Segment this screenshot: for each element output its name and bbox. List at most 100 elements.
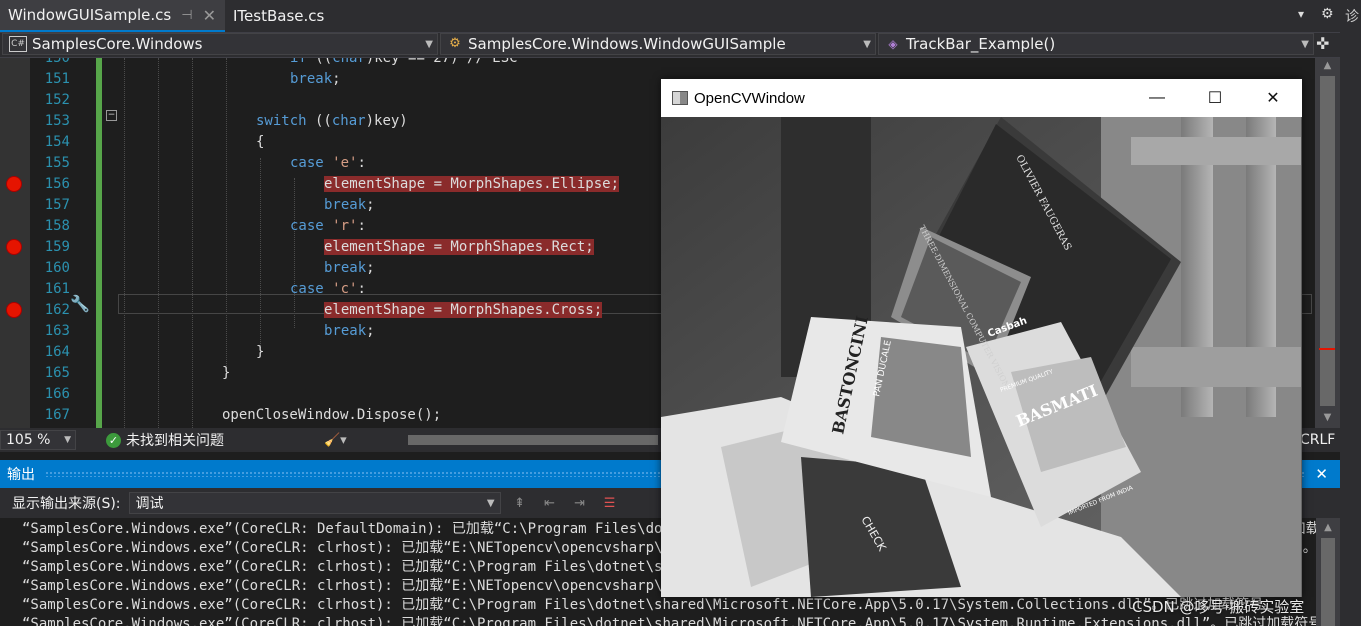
diagnostics-tab[interactable]: 诊	[1345, 6, 1359, 26]
line-number: 155	[44, 155, 70, 171]
line-ending[interactable]: CRLF	[1300, 432, 1335, 448]
split-window-icon[interactable]: ✜	[1316, 34, 1329, 53]
breakpoint-highlight-text: elementShape = MorphShapes.Cross;	[324, 302, 603, 318]
output-vertical-scrollbar[interactable]: ▲	[1316, 518, 1340, 626]
chevron-down-icon: ▼	[486, 497, 495, 509]
check-icon: ✓	[106, 432, 121, 448]
diagnostics-side-strip	[1340, 0, 1361, 626]
code-text: switch ((char)key)	[256, 113, 408, 129]
gear-icon[interactable]: ⚙	[1321, 6, 1334, 22]
find-message-icon[interactable]: ⇞	[509, 496, 531, 511]
indent-guide	[226, 58, 227, 368]
editor-vertical-scrollbar[interactable]: ▲ ▼	[1315, 58, 1340, 428]
line-number: 152	[44, 92, 70, 108]
line-number: 163	[44, 323, 70, 339]
code-text: case 'c':	[290, 281, 366, 297]
output-source-select[interactable]: 调试 ▼	[128, 492, 501, 514]
tab-itestbase[interactable]: ITestBase.cs	[225, 0, 345, 32]
opencv-image: OLIVIER FAUGERAS THREE-DIMENSIONAL COMPU…	[661, 117, 1302, 597]
scrollbar-thumb[interactable]	[1321, 538, 1335, 626]
opencv-window-title: OpenCVWindow	[694, 89, 805, 107]
tab-label: ITestBase.cs	[233, 7, 325, 25]
line-number: 167	[44, 407, 70, 423]
opencv-window[interactable]: OpenCVWindow — ☐ ✕ OLIVIER FAUGERAS THRE…	[661, 79, 1302, 597]
csharp-project-icon: C#	[9, 36, 27, 52]
indent-guide	[158, 58, 159, 428]
code-text: if ((char)key == 27) // ESC	[290, 58, 518, 66]
line-number: 160	[44, 260, 70, 276]
breakpoint-icon[interactable]	[7, 177, 21, 191]
tab-windowguisample[interactable]: WindowGUISample.cs ⊣ ✕	[0, 0, 225, 32]
code-text: break;	[324, 197, 375, 213]
collapse-toggle[interactable]: −	[106, 110, 117, 121]
member-dropdown[interactable]: ◈ TrackBar_Example() ▼	[878, 33, 1314, 55]
output-title: 输出	[7, 467, 35, 483]
line-number: 162	[44, 302, 70, 318]
close-icon[interactable]: ✕	[203, 6, 216, 25]
zoom-level: 105 %	[6, 432, 51, 448]
indent-guide	[124, 58, 125, 428]
code-cleanup-icon[interactable]: 🧹▾	[324, 433, 347, 448]
output-line: “SamplesCore.Windows.exe”(CoreCLR: clrho…	[22, 597, 1278, 613]
next-message-icon[interactable]: ⇥	[569, 496, 591, 511]
opencv-window-titlebar[interactable]: OpenCVWindow — ☐ ✕	[661, 79, 1302, 117]
code-line[interactable]: elementShape = MorphShapes.Rect;	[324, 237, 594, 258]
prev-message-icon[interactable]: ⇤	[539, 496, 561, 511]
close-button[interactable]: ✕	[1244, 79, 1302, 117]
line-number: 158	[44, 218, 70, 234]
project-name: SamplesCore.Windows	[32, 35, 203, 53]
pin-icon[interactable]: ⊣	[181, 8, 192, 23]
line-number: 156	[44, 176, 70, 192]
code-line[interactable]: case 'r':	[290, 216, 366, 237]
project-dropdown[interactable]: C# SamplesCore.Windows ▼	[2, 33, 438, 55]
code-line[interactable]: case 'e':	[290, 153, 366, 174]
line-number: 166	[44, 386, 70, 402]
minimize-button[interactable]: —	[1128, 79, 1186, 117]
class-dropdown[interactable]: ⚙ SamplesCore.Windows.WindowGUISample ▼	[440, 33, 876, 55]
editor-horizontal-scrollbar[interactable]	[408, 435, 658, 445]
line-number: 154	[44, 134, 70, 150]
issues-status[interactable]: 未找到相关问题	[126, 430, 224, 450]
scroll-up-icon[interactable]: ▲	[1316, 522, 1340, 533]
code-text: break;	[324, 323, 375, 339]
code-text: case 'e':	[290, 155, 366, 171]
line-number: 150	[44, 58, 70, 66]
scrollbar-thumb[interactable]	[1320, 76, 1335, 406]
breakpoint-icon[interactable]	[7, 303, 21, 317]
code-line[interactable]: case 'c':	[290, 279, 366, 300]
scroll-up-icon[interactable]: ▲	[1315, 60, 1340, 71]
code-line[interactable]: switch ((char)key)	[256, 111, 408, 132]
tab-list-dropdown-icon[interactable]: ▾	[1298, 7, 1304, 21]
clear-all-icon[interactable]: ☰	[599, 496, 621, 511]
quick-action-wrench-icon[interactable]: 🔧	[70, 294, 90, 313]
change-tracking-bar	[96, 58, 102, 428]
maximize-button[interactable]: ☐	[1186, 79, 1244, 117]
chevron-down-icon: ▼	[1301, 38, 1309, 50]
code-line[interactable]: break;	[324, 258, 375, 279]
code-line[interactable]: break;	[324, 195, 375, 216]
scroll-down-icon[interactable]: ▼	[1315, 412, 1340, 423]
code-line[interactable]: if ((char)key == 27) // ESC	[290, 58, 518, 69]
zoom-dropdown[interactable]: 105 % ▼	[0, 430, 76, 450]
code-line[interactable]: break;	[290, 69, 341, 90]
class-name: SamplesCore.Windows.WindowGUISample	[468, 35, 786, 53]
code-line[interactable]: break;	[324, 321, 375, 342]
indent-guide	[260, 158, 261, 348]
code-line[interactable]: openCloseWindow.Dispose();	[222, 405, 441, 426]
breakpoint-highlight-text: elementShape = MorphShapes.Ellipse;	[324, 176, 620, 192]
breakpoint-highlight-text: elementShape = MorphShapes.Rect;	[324, 239, 594, 255]
code-line[interactable]: }	[256, 342, 264, 363]
code-line[interactable]: {	[256, 132, 264, 153]
code-text: }	[256, 344, 265, 360]
chevron-down-icon: ▼	[64, 435, 71, 445]
source-label: 显示输出来源(S):	[12, 496, 121, 512]
code-line[interactable]: elementShape = MorphShapes.Cross;	[324, 300, 603, 321]
output-source-value: 调试	[135, 496, 164, 512]
close-icon[interactable]: ✕	[1315, 465, 1328, 483]
member-name: TrackBar_Example()	[906, 35, 1056, 53]
code-line[interactable]: elementShape = MorphShapes.Ellipse;	[324, 174, 620, 195]
code-line[interactable]: }	[222, 363, 230, 384]
grayscale-photo: OLIVIER FAUGERAS THREE-DIMENSIONAL COMPU…	[661, 117, 1302, 597]
line-number: 165	[44, 365, 70, 381]
breakpoint-icon[interactable]	[7, 240, 21, 254]
